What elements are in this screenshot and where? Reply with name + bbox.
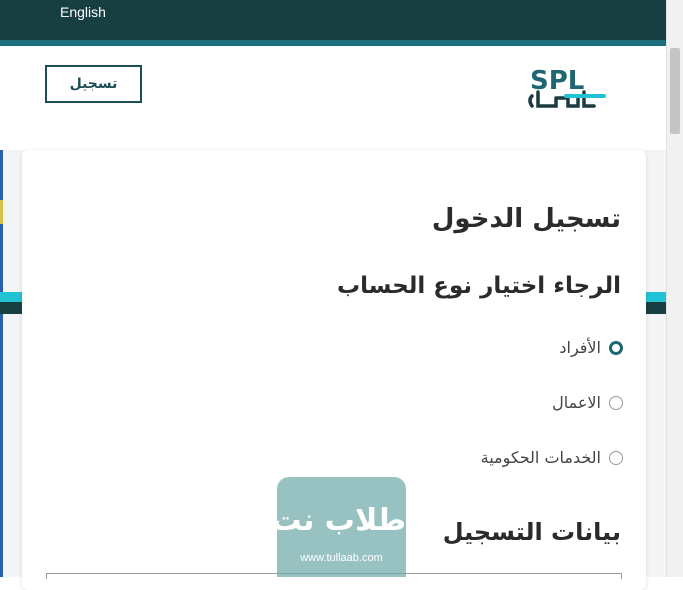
- radio-selected-icon[interactable]: [609, 340, 623, 355]
- decor-stripe-right-dark: [646, 302, 666, 314]
- account-type-label: الأفراد: [559, 338, 601, 357]
- watermark-url: www.tullaab.com: [300, 552, 383, 564]
- login-title: تسجيل الدخول: [431, 204, 621, 234]
- account-type-government[interactable]: الخدمات الحكومية: [481, 448, 623, 467]
- decor-stripe-left-cyan: [0, 292, 22, 302]
- decor-stripe-left-dark: [0, 302, 22, 314]
- account-type-label: الاعمال: [552, 393, 601, 412]
- account-type-label: الخدمات الحكومية: [480, 448, 601, 467]
- language-switch-link[interactable]: English: [60, 4, 106, 20]
- scrollbar-thumb[interactable]: [670, 48, 680, 134]
- account-type-prompt: الرجاء اختيار نوع الحساب: [337, 273, 621, 299]
- radio-unselected-icon[interactable]: [609, 450, 623, 465]
- radio-unselected-icon[interactable]: [609, 395, 623, 410]
- vertical-scrollbar[interactable]: [666, 0, 683, 577]
- account-type-individuals[interactable]: الأفراد: [559, 338, 623, 357]
- decor-stripe-right-cyan: [646, 292, 666, 302]
- background-window-edge-yellow: [0, 200, 3, 224]
- register-button[interactable]: تسجيل: [45, 65, 142, 103]
- spl-logo[interactable]: SPL: [526, 62, 608, 112]
- watermark-overlay: طلاب نت www.tullaab.com: [277, 477, 406, 577]
- watermark-name: طلاب نت: [277, 503, 406, 538]
- account-type-business[interactable]: الاعمال: [552, 393, 623, 412]
- registration-data-title: بيانات التسجيل: [442, 518, 621, 546]
